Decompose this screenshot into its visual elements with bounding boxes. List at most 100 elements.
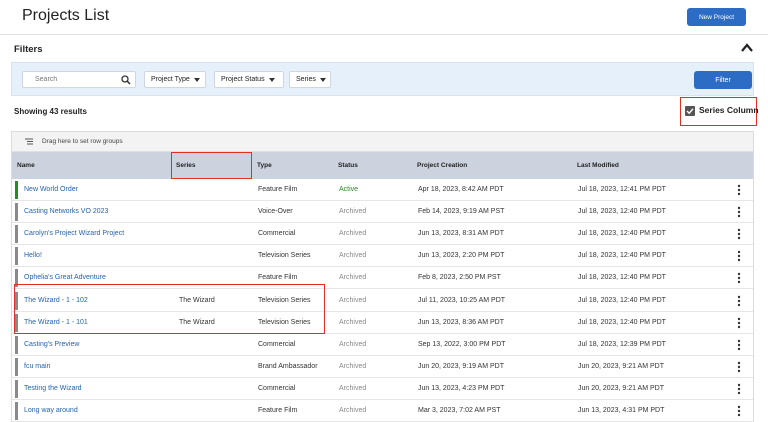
page-title: Projects List bbox=[22, 7, 110, 24]
more-options-icon[interactable] bbox=[737, 250, 741, 262]
wizard-rows-highlight bbox=[14, 284, 325, 334]
chevron-up-icon[interactable] bbox=[740, 42, 754, 54]
last-modified-cell: Jun 13, 2023, 4:31 PM PDT bbox=[578, 407, 665, 414]
row-group-icon bbox=[25, 138, 33, 145]
status-cell: Archived bbox=[339, 340, 367, 348]
more-options-icon[interactable] bbox=[737, 405, 741, 417]
project-name-link[interactable]: Casting Networks VO 2023 bbox=[24, 208, 108, 215]
status-indicator-bar bbox=[15, 335, 18, 354]
project-name-link[interactable]: Casting's Preview bbox=[24, 341, 79, 348]
last-modified-cell: Jul 18, 2023, 12:40 PM PDT bbox=[578, 252, 666, 260]
series-dropdown[interactable]: Series bbox=[289, 71, 331, 88]
more-options-icon[interactable] bbox=[737, 383, 741, 395]
type-cell: Feature Film bbox=[258, 186, 298, 193]
project-creation-cell: Jun 13, 2023, 8:31 AM PDT bbox=[418, 230, 504, 238]
status-cell: Archived bbox=[339, 362, 367, 370]
type-cell: Voice-Over bbox=[258, 208, 293, 216]
table-row[interactable]: Carolyn's Project Wizard Project Commerci… bbox=[12, 223, 753, 246]
project-creation-cell: Jun 13, 2023, 4:23 PM PDT bbox=[418, 384, 505, 392]
type-cell: Commercial bbox=[258, 230, 296, 238]
status-cell: Archived bbox=[339, 230, 367, 238]
more-options-icon[interactable] bbox=[737, 272, 741, 284]
project-creation-cell: Feb 8, 2023, 2:50 PM PST bbox=[418, 274, 501, 282]
table-row[interactable]: Hello! Television Series Archived Jun 13, 2… bbox=[12, 245, 753, 268]
project-name-link[interactable]: fcu main bbox=[24, 363, 50, 370]
last-modified-cell: Jul 18, 2023, 12:39 PM PDT bbox=[578, 340, 666, 348]
column-header-type[interactable]: Type bbox=[257, 162, 272, 169]
status-indicator-bar bbox=[15, 225, 18, 244]
check-icon bbox=[686, 108, 694, 115]
series-column-checkbox[interactable] bbox=[685, 106, 695, 116]
project-creation-cell: Jun 20, 2023, 9:19 AM PDT bbox=[418, 362, 504, 370]
row-group-hint: Drag here to set row groups bbox=[42, 138, 123, 145]
filters-title: Filters bbox=[14, 44, 43, 55]
more-options-icon[interactable] bbox=[737, 317, 741, 329]
project-status-dropdown[interactable]: Project Status bbox=[214, 71, 284, 88]
project-creation-cell: Mar 3, 2023, 7:02 AM PST bbox=[418, 407, 501, 414]
new-project-button[interactable]: New Project bbox=[687, 8, 746, 26]
status-cell: Archived bbox=[339, 274, 367, 282]
project-name-link[interactable]: Carolyn's Project Wizard Project bbox=[24, 230, 124, 237]
status-cell: Archived bbox=[339, 252, 367, 260]
table-row[interactable]: Long way around Feature Film Archived Mar 3… bbox=[12, 400, 753, 422]
header-divider bbox=[0, 34, 768, 35]
status-indicator-bar bbox=[15, 181, 18, 199]
status-cell: Archived bbox=[339, 296, 367, 304]
project-creation-cell: Jun 13, 2023, 2:20 PM PDT bbox=[418, 252, 505, 260]
search-box[interactable] bbox=[22, 71, 136, 88]
status-indicator-bar bbox=[15, 247, 18, 266]
status-cell: Active bbox=[339, 186, 359, 193]
project-name-link[interactable]: New World Order bbox=[24, 186, 78, 193]
type-cell: Feature Film bbox=[258, 274, 298, 282]
column-header-status[interactable]: Status bbox=[338, 162, 358, 169]
project-creation-cell: Apr 18, 2023, 8:42 AM PDT bbox=[418, 186, 504, 193]
project-name-link[interactable]: Long way around bbox=[24, 407, 78, 414]
type-cell: Feature Film bbox=[258, 407, 298, 414]
last-modified-cell: Jun 20, 2023, 9:21 AM PDT bbox=[578, 362, 664, 370]
more-options-icon[interactable] bbox=[737, 206, 741, 218]
column-header-row: Name Series Type Status Project Creation… bbox=[12, 152, 753, 179]
project-status-label: Project Status bbox=[221, 76, 265, 83]
project-name-link[interactable]: Hello! bbox=[24, 252, 42, 259]
table-row[interactable]: Testing the Wizard Commercial Archived Jun … bbox=[12, 377, 753, 400]
filter-bar: Project Type Project Status Series Filte… bbox=[11, 62, 754, 96]
status-cell: Archived bbox=[339, 384, 367, 392]
column-header-project-creation[interactable]: Project Creation bbox=[417, 162, 467, 169]
caret-down-icon bbox=[268, 77, 275, 82]
column-header-name[interactable]: Name bbox=[17, 162, 35, 169]
search-icon[interactable] bbox=[121, 75, 131, 85]
project-creation-cell: Feb 14, 2023, 9:19 AM PST bbox=[418, 208, 505, 216]
series-column-label[interactable]: Series Column bbox=[699, 105, 759, 115]
table-row[interactable]: New World Order Feature Film Active Apr 18,… bbox=[12, 179, 753, 201]
last-modified-cell: Jul 18, 2023, 12:41 PM PDT bbox=[578, 186, 666, 193]
more-options-icon[interactable] bbox=[737, 361, 741, 373]
more-options-icon[interactable] bbox=[737, 184, 741, 196]
last-modified-cell: Jun 20, 2023, 9:21 AM PDT bbox=[578, 384, 664, 392]
status-indicator-bar bbox=[15, 357, 18, 376]
more-options-icon[interactable] bbox=[737, 295, 741, 307]
project-creation-cell: Jun 13, 2023, 8:36 AM PDT bbox=[418, 318, 504, 326]
results-count: Showing 43 results bbox=[14, 107, 87, 116]
project-name-link[interactable]: Testing the Wizard bbox=[24, 385, 82, 392]
project-type-dropdown[interactable]: Project Type bbox=[144, 71, 206, 88]
last-modified-cell: Jul 18, 2023, 12:40 PM PDT bbox=[578, 208, 666, 216]
last-modified-cell: Jul 18, 2023, 12:40 PM PDT bbox=[578, 274, 666, 282]
more-options-icon[interactable] bbox=[737, 339, 741, 351]
type-cell: Commercial bbox=[258, 340, 296, 348]
status-cell: Archived bbox=[339, 318, 367, 326]
filter-button[interactable]: Filter bbox=[694, 71, 752, 89]
status-cell: Archived bbox=[339, 407, 367, 414]
row-group-panel[interactable]: Drag here to set row groups bbox=[12, 132, 753, 152]
table-row[interactable]: fcu main Brand Ambassador Archived Jun 20, … bbox=[12, 355, 753, 378]
status-indicator-bar bbox=[15, 203, 18, 222]
last-modified-cell: Jul 18, 2023, 12:40 PM PDT bbox=[578, 230, 666, 238]
more-options-icon[interactable] bbox=[737, 228, 741, 240]
status-indicator-bar bbox=[15, 402, 18, 420]
type-cell: Brand Ambassador bbox=[258, 362, 318, 370]
search-input[interactable] bbox=[23, 72, 119, 87]
table-row[interactable]: Casting's Preview Commercial Archived Sep 1… bbox=[12, 333, 753, 356]
project-name-link[interactable]: Ophelia's Great Adventure bbox=[24, 274, 106, 281]
table-row[interactable]: Casting Networks VO 2023 Voice-Over Archiv… bbox=[12, 201, 753, 224]
project-type-label: Project Type bbox=[151, 76, 190, 83]
column-header-last-modified[interactable]: Last Modified bbox=[577, 162, 619, 169]
